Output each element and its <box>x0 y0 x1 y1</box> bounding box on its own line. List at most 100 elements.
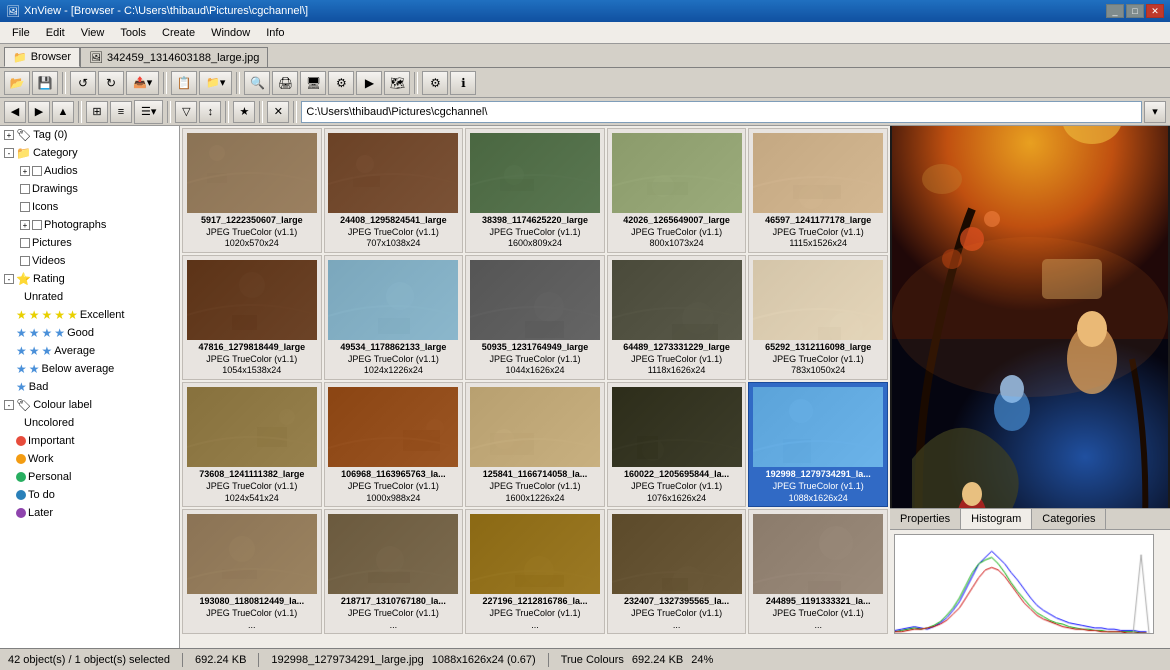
thumbnail-item-5[interactable]: 46597_1241177178_largeJPEG TrueColor (v1… <box>748 128 888 253</box>
thumbnail-item-15[interactable]: 192998_1279734291_la...JPEG TrueColor (v… <box>748 382 888 507</box>
thumbnail-item-17[interactable]: 218717_1310767180_la...JPEG TrueColor (v… <box>324 509 464 634</box>
tree-below-average[interactable]: ★ ★ Below average <box>0 360 179 378</box>
videos-checkbox[interactable] <box>20 256 30 266</box>
nav-go-btn[interactable]: ▾ <box>1144 101 1166 123</box>
tree-bad[interactable]: ★ Bad <box>0 378 179 396</box>
menu-view[interactable]: View <box>73 25 113 41</box>
tab-browser[interactable]: 📁 Browser <box>4 47 80 67</box>
maximize-btn[interactable]: □ <box>1126 4 1144 18</box>
nav-details-btn[interactable]: ☰▾ <box>134 100 163 124</box>
tab-properties[interactable]: Properties <box>890 509 961 529</box>
menu-create[interactable]: Create <box>154 25 203 41</box>
toolbar-slideshow-btn[interactable]: ▶ <box>356 71 382 95</box>
thumbnail-item-19[interactable]: 232407_1327395565_la...JPEG TrueColor (v… <box>607 509 747 634</box>
tree-tag[interactable]: + 🏷 Tag (0) <box>0 126 179 144</box>
thumbnail-item-16[interactable]: 193080_1180812449_la...JPEG TrueColor (v… <box>182 509 322 634</box>
tab-histogram[interactable]: Histogram <box>961 509 1032 529</box>
icons-checkbox[interactable] <box>20 202 30 212</box>
thumbnail-item-1[interactable]: 5917_1222350607_largeJPEG TrueColor (v1.… <box>182 128 322 253</box>
nav-list-btn[interactable]: ≡ <box>110 101 132 123</box>
tree-todo[interactable]: To do <box>0 486 179 504</box>
average-label: Average <box>54 345 95 357</box>
minimize-btn[interactable]: _ <box>1106 4 1124 18</box>
tree-photographs[interactable]: + Photographs <box>0 216 179 234</box>
status-filename: 192998_1279734291_large.jpg <box>271 654 423 666</box>
tree-colour-label[interactable]: - 🏷 Colour label <box>0 396 179 414</box>
tree-rating[interactable]: - ⭐ Rating <box>0 270 179 288</box>
thumbnail-item-13[interactable]: 125841_1166714058_la...JPEG TrueColor (v… <box>465 382 605 507</box>
thumbnail-item-10[interactable]: 65292_1312116098_largeJPEG TrueColor (v1… <box>748 255 888 380</box>
tree-personal[interactable]: Personal <box>0 468 179 486</box>
thumbnail-item-20[interactable]: 244895_1191333321_la...JPEG TrueColor (v… <box>748 509 888 634</box>
toolbar-refresh2-btn[interactable]: ↻ <box>98 71 124 95</box>
thumbnail-item-9[interactable]: 64489_1273331229_largeJPEG TrueColor (v1… <box>607 255 747 380</box>
tree-audios[interactable]: + Audios <box>0 162 179 180</box>
tree-icons[interactable]: Icons <box>0 198 179 216</box>
thumbnail-item-2[interactable]: 24408_1295824541_largeJPEG TrueColor (v1… <box>324 128 464 253</box>
menu-file[interactable]: File <box>4 25 38 41</box>
thumbnail-item-18[interactable]: 227196_1212816786_la...JPEG TrueColor (v… <box>465 509 605 634</box>
close-btn[interactable]: ✕ <box>1146 4 1164 18</box>
toolbar-export-btn[interactable]: 📤▾ <box>126 71 159 95</box>
menu-edit[interactable]: Edit <box>38 25 73 41</box>
toolbar-copy-btn[interactable]: 📋 <box>171 71 197 95</box>
pictures-label: Pictures <box>32 237 72 249</box>
tree-unrated[interactable]: Unrated <box>0 288 179 306</box>
toolbar-screen-btn[interactable]: 🖥 <box>300 71 326 95</box>
status-bar: 42 object(s) / 1 object(s) selected 692.… <box>0 648 1170 670</box>
nav-bookmark-btn[interactable]: ★ <box>233 101 255 123</box>
thumbnail-item-14[interactable]: 160022_1205695844_la...JPEG TrueColor (v… <box>607 382 747 507</box>
toolbar-info-btn[interactable]: ℹ <box>450 71 476 95</box>
toolbar-save-btn[interactable]: 💾 <box>32 71 58 95</box>
tree-uncolored[interactable]: Uncolored <box>0 414 179 432</box>
nav-up-btn[interactable]: ▲ <box>52 101 74 123</box>
photos-checkbox[interactable] <box>32 220 42 230</box>
tab-image[interactable]: 🖼 342459_1314603188_large.jpg <box>80 47 268 67</box>
thumbnail-item-11[interactable]: 73608_1241111382_largeJPEG TrueColor (v1… <box>182 382 322 507</box>
thumbnail-grid: 5917_1222350607_largeJPEG TrueColor (v1.… <box>180 126 890 636</box>
good-star4-icon: ★ <box>54 326 65 340</box>
tree-excellent[interactable]: ★ ★ ★ ★ ★ Excellent <box>0 306 179 324</box>
thumb-label-19: 232407_1327395565_la...JPEG TrueColor (v… <box>624 596 729 631</box>
thumbnail-item-6[interactable]: 47816_1279818449_largeJPEG TrueColor (v1… <box>182 255 322 380</box>
thumbnail-item-7[interactable]: 49534_1178862133_largeJPEG TrueColor (v1… <box>324 255 464 380</box>
address-bar[interactable]: C:\Users\thibaud\Pictures\cgchannel\ <box>301 101 1142 123</box>
nav-forward-btn[interactable]: ▶ <box>28 101 50 123</box>
thumbnail-item-3[interactable]: 38398_1174625220_largeJPEG TrueColor (v1… <box>465 128 605 253</box>
nav-filter-btn[interactable]: ▽ <box>175 101 197 123</box>
thumbnail-item-8[interactable]: 50935_1231764949_largeJPEG TrueColor (v1… <box>465 255 605 380</box>
status-sep-3 <box>548 653 549 667</box>
tree-average[interactable]: ★ ★ ★ Average <box>0 342 179 360</box>
nav-sort-btn[interactable]: ↕ <box>199 101 221 123</box>
tree-good[interactable]: ★ ★ ★ ★ Good <box>0 324 179 342</box>
menu-tools[interactable]: Tools <box>112 25 154 41</box>
tree-videos[interactable]: Videos <box>0 252 179 270</box>
nav-thumbs-btn[interactable]: ⊞ <box>86 101 108 123</box>
content-area[interactable]: 5917_1222350607_largeJPEG TrueColor (v1.… <box>180 126 890 648</box>
tree-drawings[interactable]: Drawings <box>0 180 179 198</box>
menu-window[interactable]: Window <box>203 25 258 41</box>
tree-pictures[interactable]: Pictures <box>0 234 179 252</box>
toolbar-batch-btn[interactable]: ⚙ <box>328 71 354 95</box>
toolbar-open-btn[interactable]: 📂 <box>4 71 30 95</box>
toolbar-move-btn[interactable]: 📁▾ <box>199 71 232 95</box>
thumbnail-item-4[interactable]: 42026_1265649007_largeJPEG TrueColor (v1… <box>607 128 747 253</box>
drawings-checkbox[interactable] <box>20 184 30 194</box>
nav-back-btn[interactable]: ◀ <box>4 101 26 123</box>
pictures-checkbox[interactable] <box>20 238 30 248</box>
tree-category[interactable]: - 📁 Category <box>0 144 179 162</box>
toolbar-refresh-btn[interactable]: ↺ <box>70 71 96 95</box>
nav-stop-btn[interactable]: ✕ <box>267 101 289 123</box>
toolbar-print-btn[interactable]: 🖨 <box>272 71 298 95</box>
toolbar-settings-btn[interactable]: ⚙ <box>422 71 448 95</box>
later-dot-icon <box>16 508 26 518</box>
toolbar-find-btn[interactable]: 🔍 <box>244 71 270 95</box>
toolbar-map-btn[interactable]: 🗺 <box>384 71 410 95</box>
tree-later[interactable]: Later <box>0 504 179 522</box>
audios-checkbox[interactable] <box>32 166 42 176</box>
tree-important[interactable]: Important <box>0 432 179 450</box>
menu-info[interactable]: Info <box>258 25 292 41</box>
thumbnail-item-12[interactable]: 106968_1163965763_la...JPEG TrueColor (v… <box>324 382 464 507</box>
tree-work[interactable]: Work <box>0 450 179 468</box>
tab-categories[interactable]: Categories <box>1032 509 1106 529</box>
